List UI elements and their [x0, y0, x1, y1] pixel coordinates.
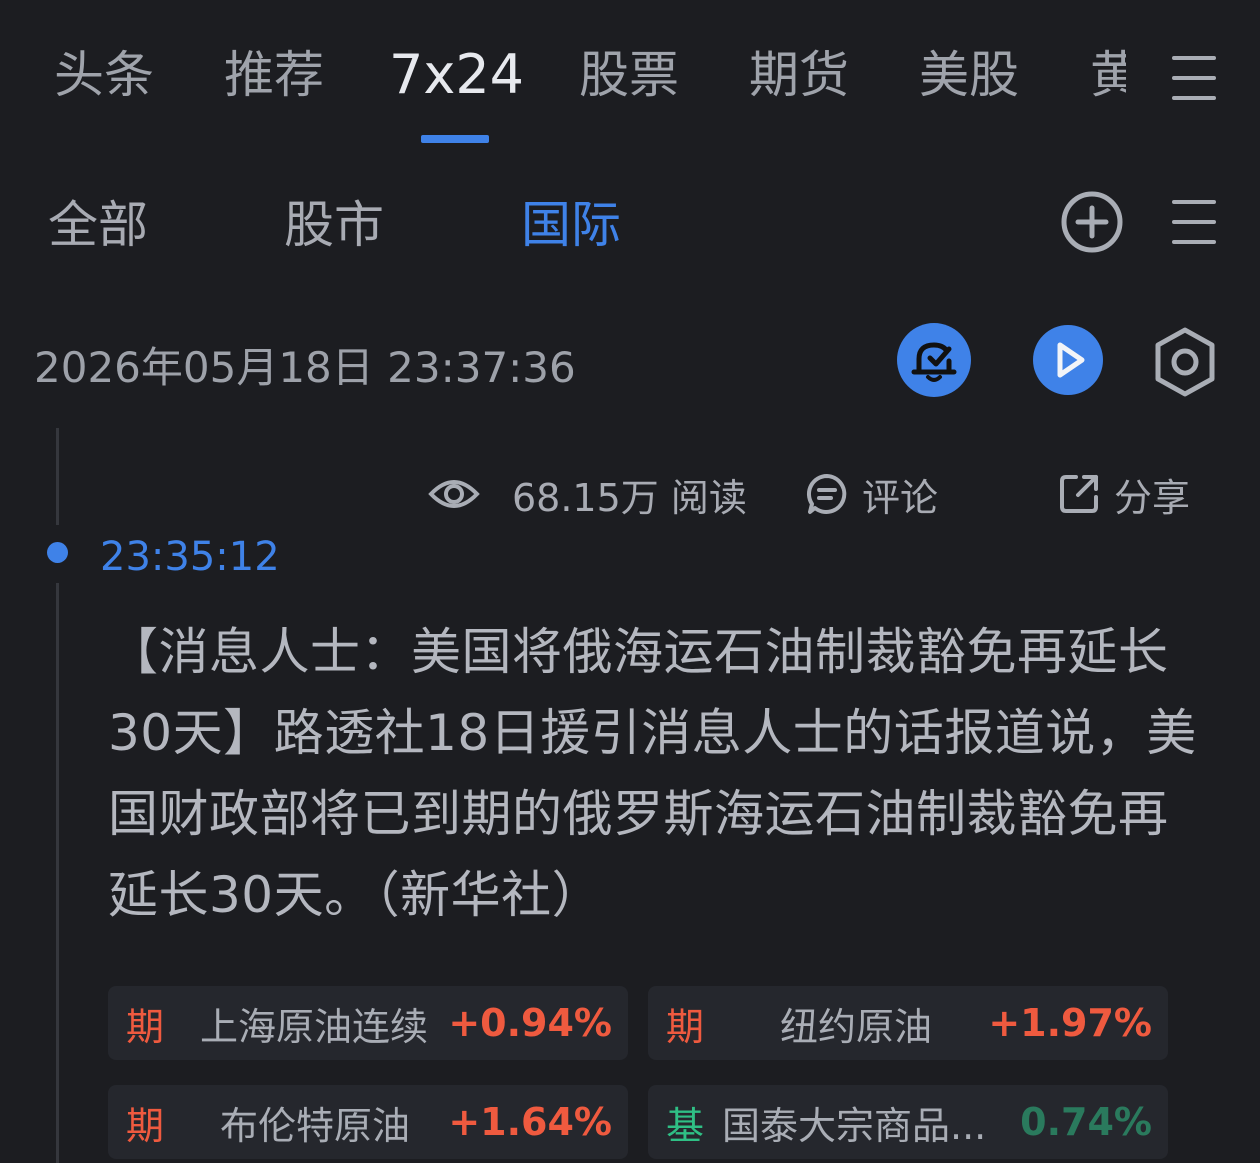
- related-change: +0.94%: [448, 1001, 612, 1045]
- news-content[interactable]: 【消息人士：美国将俄海运石油制裁豁免再延长30天】路透社18日援引消息人士的话报…: [108, 612, 1198, 936]
- related-card[interactable]: 基 国泰大宗商品... 0.74%: [648, 1085, 1168, 1159]
- play-button[interactable]: [1033, 325, 1103, 395]
- share-button[interactable]: 分享: [1058, 465, 1190, 523]
- timeline-line: [56, 428, 59, 525]
- related-change: +1.97%: [988, 1001, 1152, 1045]
- comment-label: 评论: [862, 475, 939, 520]
- related-change: +1.64%: [448, 1100, 612, 1144]
- alert-button[interactable]: [897, 323, 971, 397]
- related-name: 国泰大宗商品...: [722, 1103, 987, 1148]
- comment-button[interactable]: 评论: [806, 465, 938, 523]
- views-label: 68.15万 阅读: [512, 475, 747, 520]
- timeline-line: [56, 583, 59, 1163]
- date-header: 2026年05月18日 23:37:36: [34, 343, 576, 392]
- related-card[interactable]: 期 布伦特原油 +1.64%: [108, 1085, 628, 1159]
- hexagon-settings-icon[interactable]: [1152, 326, 1218, 398]
- related-name: 纽约原油: [780, 1004, 933, 1049]
- menu-icon[interactable]: [1172, 56, 1216, 100]
- active-tab-indicator: [421, 135, 489, 143]
- tab-recommend[interactable]: 推荐: [224, 40, 324, 110]
- views-count: 68.15万 阅读: [428, 465, 747, 523]
- related-name: 上海原油连续: [200, 1004, 429, 1049]
- tab-us-stocks[interactable]: 美股: [919, 40, 1019, 110]
- related-name: 布伦特原油: [220, 1103, 411, 1148]
- tab-stocks[interactable]: 股票: [579, 40, 679, 110]
- kind-badge: 期: [126, 1103, 165, 1148]
- play-icon: [1057, 342, 1085, 378]
- plus-circle-icon[interactable]: [1060, 190, 1124, 254]
- subtab-stock-market[interactable]: 股市: [284, 190, 384, 260]
- timeline-dot: [47, 542, 68, 563]
- menu-icon[interactable]: [1172, 200, 1216, 244]
- related-change: 0.74%: [1020, 1100, 1152, 1144]
- tab-headlines[interactable]: 头条: [54, 40, 154, 110]
- subtab-all[interactable]: 全部: [48, 190, 148, 260]
- tab-futures[interactable]: 期货: [749, 40, 849, 110]
- related-card[interactable]: 期 上海原油连续 +0.94%: [108, 986, 628, 1060]
- subtab-international[interactable]: 国际: [521, 190, 621, 260]
- kind-badge: 期: [666, 1004, 705, 1049]
- comment-icon: [806, 473, 847, 514]
- kind-badge: 基: [666, 1103, 705, 1148]
- news-time: 23:35:12: [100, 534, 280, 580]
- share-icon: [1060, 475, 1098, 513]
- page: 头条 推荐 7x24 股票 期货 美股 黄 全部 股市 国际 2026年05月1…: [0, 0, 1260, 1163]
- tab-7x24[interactable]: 7x24: [389, 40, 524, 110]
- eye-icon: [428, 480, 480, 508]
- related-card[interactable]: 期 纽约原油 +1.97%: [648, 986, 1168, 1060]
- kind-badge: 期: [126, 1004, 165, 1049]
- share-label: 分享: [1114, 475, 1191, 520]
- tab-gold[interactable]: 黄: [1090, 40, 1126, 110]
- top-tab-bar: 头条 推荐 7x24 股票 期货 美股 黄: [0, 0, 1260, 150]
- bell-check-icon: [911, 342, 957, 382]
